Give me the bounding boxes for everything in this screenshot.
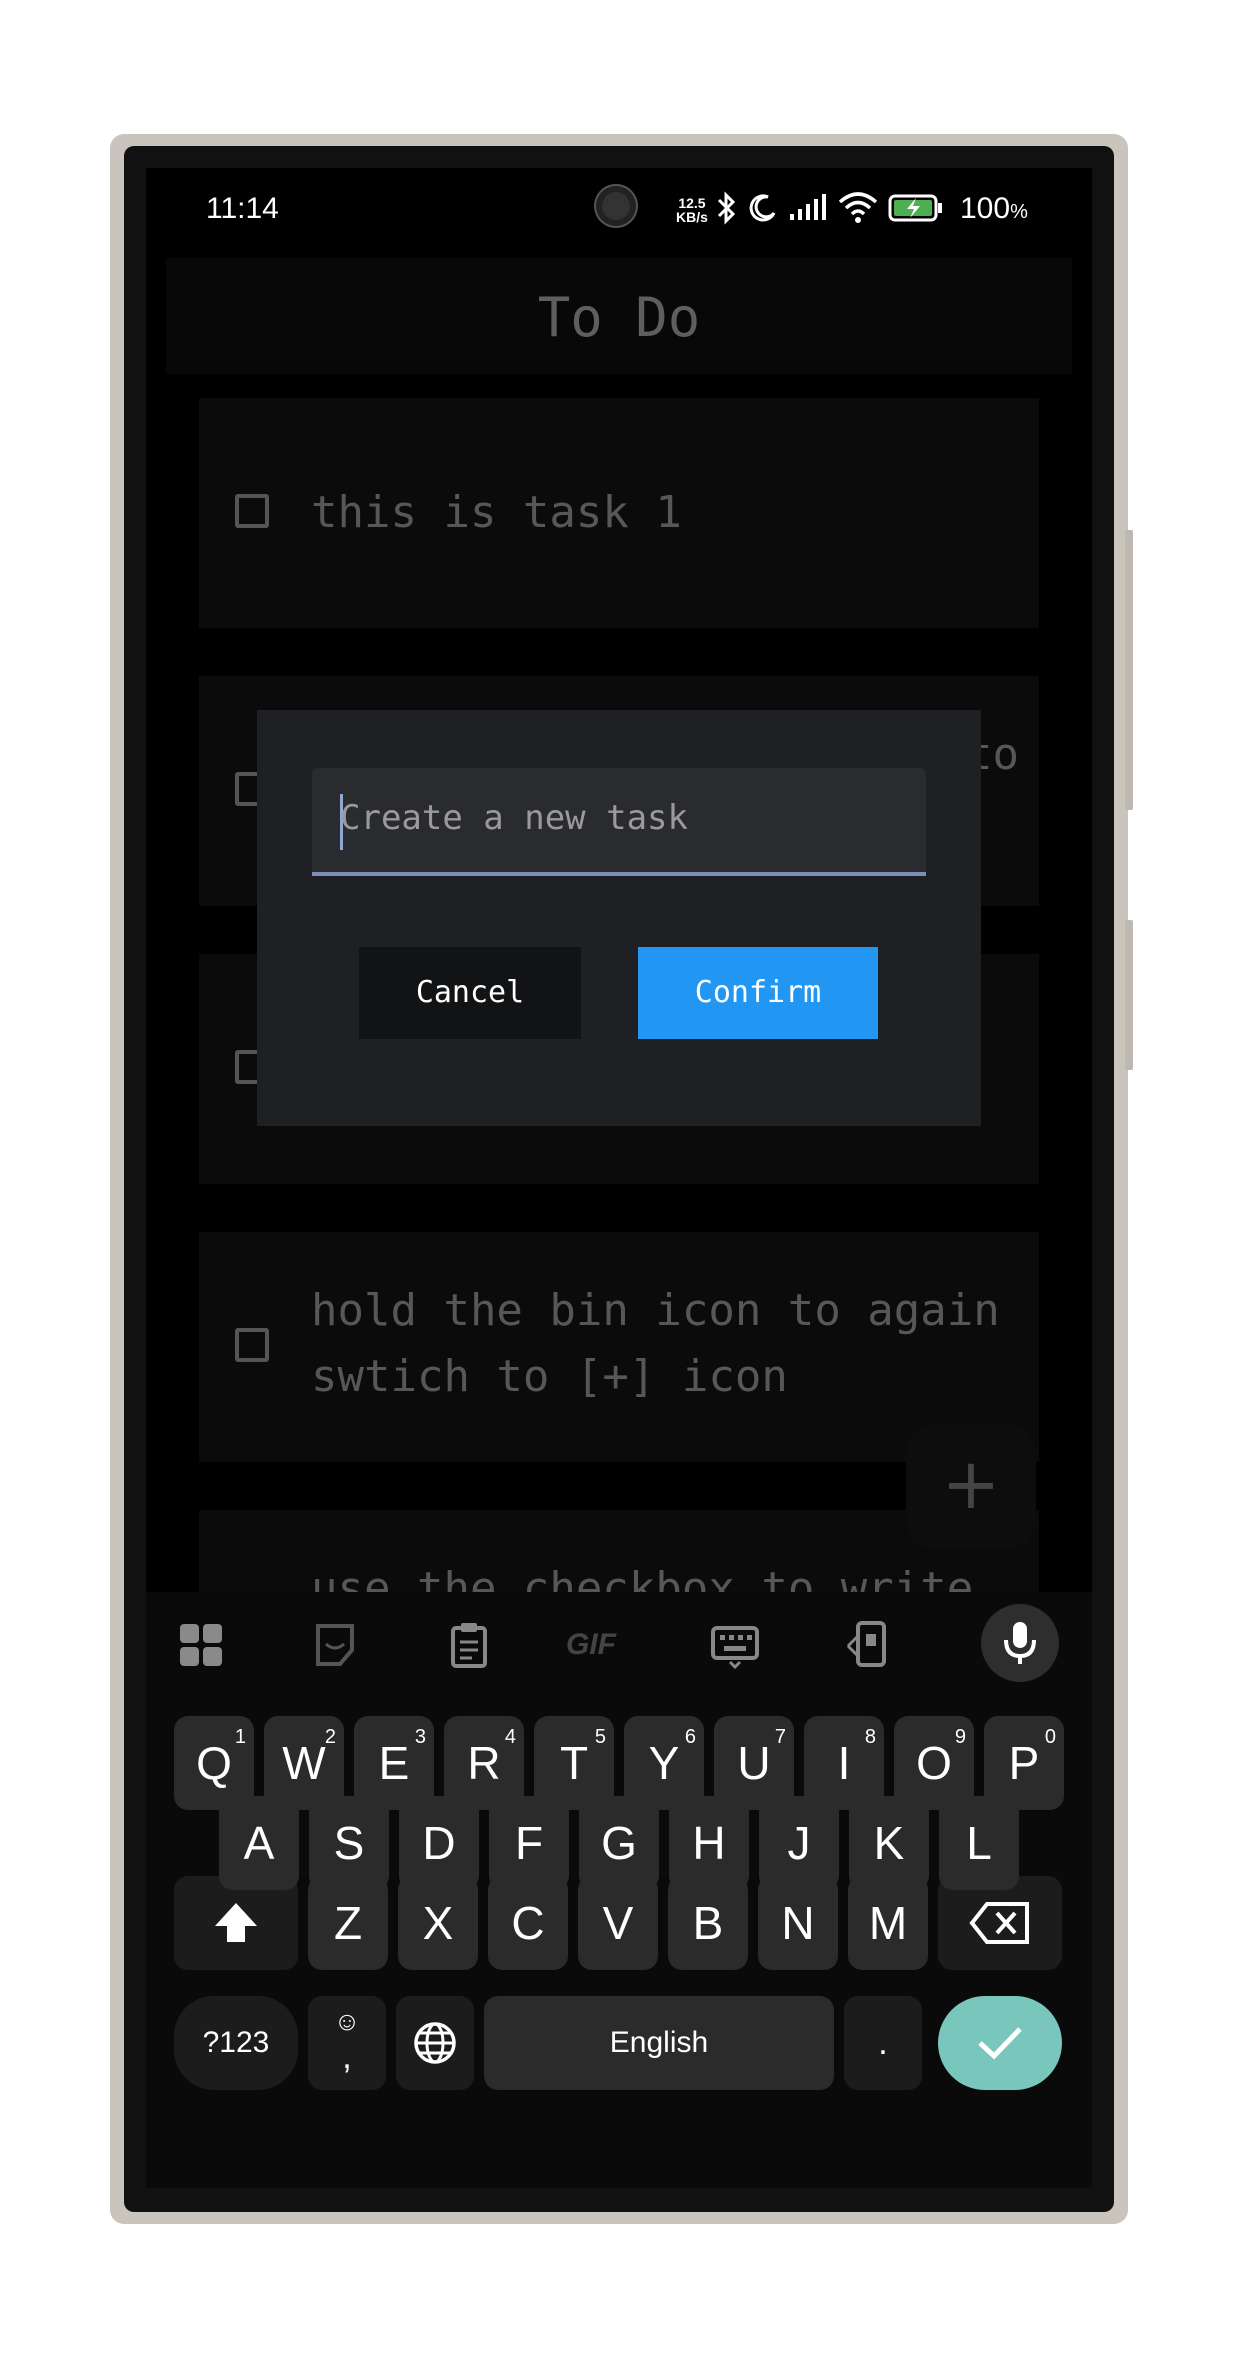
sticker-icon[interactable] (310, 1620, 360, 1670)
key-hint: 1 (234, 1726, 246, 1748)
space-key[interactable]: English (484, 1996, 834, 2090)
bluetooth-icon (717, 191, 736, 225)
net-speed-value: 12.5 (678, 195, 706, 211)
key-label: X (422, 1897, 454, 1949)
comma-label: , (342, 2038, 352, 2076)
task-input-placeholder: Create a new task (340, 798, 688, 838)
key-hint: 2 (324, 1726, 336, 1748)
key-label: Y (648, 1737, 680, 1789)
key-label: T (559, 1737, 589, 1789)
status-bar: 11:14 12.5 KB/s 100% (146, 168, 1092, 258)
task-input[interactable]: Create a new task (312, 768, 926, 876)
key-label: A (243, 1817, 275, 1869)
app-header: To Do (166, 258, 1072, 374)
key-label: C (511, 1897, 545, 1949)
wifi-icon (838, 192, 878, 223)
signal-icon (790, 194, 826, 220)
key-label: R (467, 1737, 501, 1789)
key-label: K (873, 1817, 905, 1869)
key-hint: 3 (414, 1726, 426, 1748)
apps-grid-icon[interactable] (176, 1620, 226, 1670)
key-label: B (692, 1897, 724, 1949)
key-label: P (1008, 1737, 1040, 1789)
period-key[interactable]: . (844, 1996, 922, 2090)
key-label: G (601, 1817, 637, 1869)
task-text: hold the bin icon to again swtich to [+]… (311, 1285, 1000, 1402)
key-label: D (422, 1817, 456, 1869)
clipboard-icon[interactable] (444, 1620, 494, 1670)
key-v[interactable]: V (578, 1876, 658, 1970)
key-hint: 8 (864, 1726, 876, 1748)
task-checkbox[interactable] (235, 1328, 269, 1362)
key-label: Z (333, 1897, 363, 1949)
key-hint: 6 (684, 1726, 696, 1748)
key-label: E (378, 1737, 410, 1789)
key-label: J (787, 1817, 811, 1869)
task-item[interactable]: hold the bin icon to again swtich to [+]… (199, 1232, 1039, 1462)
task-item[interactable]: this is task 1 (199, 398, 1039, 628)
power-button (1125, 920, 1133, 1070)
microphone-button[interactable] (981, 1604, 1059, 1682)
symbols-key[interactable]: ?123 (174, 1996, 298, 2090)
moon-icon (749, 194, 776, 222)
backspace-key[interactable] (938, 1876, 1062, 1970)
backspace-icon (969, 1902, 1029, 1944)
key-n[interactable]: N (758, 1876, 838, 1970)
key-label: W (282, 1737, 326, 1789)
task-text: this is task 1 (311, 487, 682, 538)
key-z[interactable]: Z (308, 1876, 388, 1970)
key-l[interactable]: L (939, 1796, 1019, 1890)
key-label: U (737, 1737, 771, 1789)
status-icons (716, 188, 944, 228)
add-task-button[interactable]: + (906, 1424, 1036, 1550)
language-key[interactable] (396, 1996, 474, 2090)
checkmark-icon (978, 2027, 1022, 2060)
key-hint: 5 (594, 1726, 606, 1748)
task-checkbox[interactable] (235, 494, 269, 528)
battery-percent: 100% (960, 192, 1028, 225)
key-label: O (916, 1737, 952, 1789)
key-label: I (837, 1737, 851, 1789)
shift-key[interactable] (174, 1876, 298, 1970)
key-label: H (692, 1817, 726, 1869)
shift-icon (215, 1903, 257, 1942)
status-time: 11:14 (206, 192, 279, 225)
key-a[interactable]: A (219, 1796, 299, 1890)
globe-icon (414, 2022, 456, 2064)
microphone-icon (1004, 1622, 1036, 1664)
battery-charging-icon (888, 194, 942, 222)
key-hint: 4 (504, 1726, 516, 1748)
key-x[interactable]: X (398, 1876, 478, 1970)
key-hint: 7 (774, 1726, 786, 1748)
key-label: F (514, 1817, 544, 1869)
new-task-dialog: Create a new task Cancel Confirm (257, 710, 981, 1126)
key-label: S (333, 1817, 365, 1869)
screen: 11:14 12.5 KB/s 100% To Do this is task … (146, 168, 1092, 2188)
key-b[interactable]: B (668, 1876, 748, 1970)
page-title: To Do (537, 286, 701, 349)
emoji-comma-key[interactable]: ☺ , (308, 1996, 386, 2090)
gif-icon[interactable]: GIF (566, 1620, 636, 1670)
key-c[interactable]: C (488, 1876, 568, 1970)
key-m[interactable]: M (848, 1876, 928, 1970)
confirm-button[interactable]: Confirm (638, 947, 878, 1039)
phone-translate-icon[interactable] (844, 1620, 894, 1670)
key-hint: 9 (954, 1726, 966, 1748)
key-label: L (966, 1817, 992, 1869)
enter-key[interactable] (938, 1996, 1062, 2090)
keyboard-icon[interactable] (710, 1620, 760, 1670)
key-label: N (781, 1897, 815, 1949)
side-button (1125, 530, 1133, 810)
key-hint: 0 (1044, 1726, 1056, 1748)
key-label: Q (196, 1737, 232, 1789)
key-label: M (868, 1897, 908, 1949)
keyboard-toolbar: GIF (146, 1592, 1092, 1692)
key-label: V (602, 1897, 634, 1949)
net-speed: 12.5 KB/s (676, 196, 708, 224)
front-camera (596, 186, 636, 226)
net-speed-unit: KB/s (676, 209, 708, 225)
cancel-button[interactable]: Cancel (359, 947, 581, 1039)
soft-keyboard: GIF ?123 ☺ , English . Q 1 W 2 E 3 R 4 T… (146, 1592, 1092, 2188)
